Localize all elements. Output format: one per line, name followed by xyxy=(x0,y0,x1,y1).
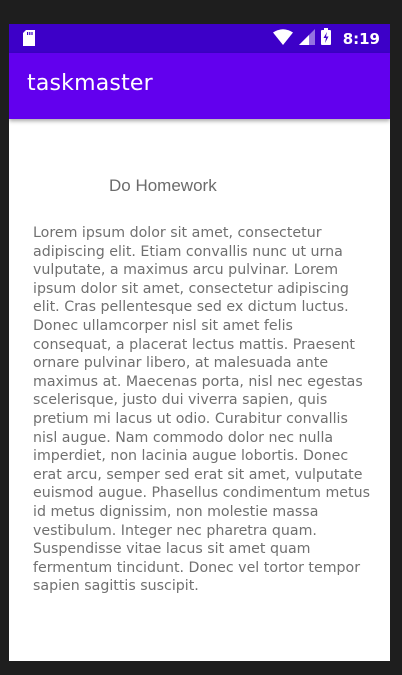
wifi-icon xyxy=(272,28,293,49)
status-icons: 8:19 xyxy=(272,24,380,53)
signal-icon xyxy=(298,28,315,49)
app-bar: taskmaster xyxy=(9,53,390,119)
app-screen: 8:19 taskmaster Do Homework Lorem ipsum … xyxy=(9,24,390,661)
device-frame: 8:19 taskmaster Do Homework Lorem ipsum … xyxy=(0,0,402,675)
app-title: taskmaster xyxy=(27,71,153,96)
status-time: 8:19 xyxy=(342,29,380,48)
task-description: Lorem ipsum dolor sit amet, consectetur … xyxy=(33,225,370,595)
task-title: Do Homework xyxy=(109,176,217,195)
sd-card-icon xyxy=(23,30,35,46)
battery-charging-icon xyxy=(320,28,331,49)
status-bar: 8:19 xyxy=(9,24,390,53)
